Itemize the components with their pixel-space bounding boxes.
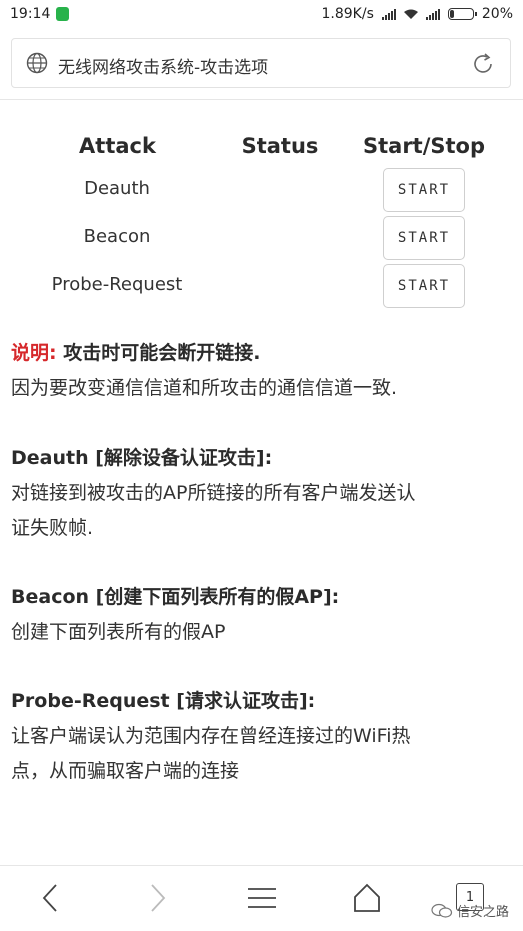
back-icon[interactable] bbox=[34, 881, 68, 915]
watermark: 信安之路 bbox=[431, 901, 509, 920]
clock: 19:14 bbox=[10, 6, 51, 22]
forward-icon[interactable] bbox=[140, 881, 174, 915]
warning-detail: 因为要改变通信信道和所攻击的通信信道一致. bbox=[11, 377, 398, 399]
status-indicators: 1.89K/s 20% bbox=[322, 6, 514, 22]
page-title: 无线网络攻击系统-攻击选项 bbox=[58, 58, 269, 78]
probe-desc-1: 让客户端误认为范围内存在曾经连接过的WiFi热 bbox=[11, 725, 411, 747]
warning-label: 说明: bbox=[11, 342, 57, 364]
deauth-title: Deauth [解除设备认证攻击]: bbox=[11, 447, 273, 469]
wechat-icon bbox=[431, 903, 453, 918]
bottom-nav: 1 信安之路 bbox=[0, 865, 523, 931]
signal-icon-2 bbox=[425, 8, 440, 20]
start-deauth-button[interactable]: START bbox=[383, 168, 465, 212]
attack-name-deauth: Deauth bbox=[84, 178, 150, 199]
header-attack: Attack bbox=[79, 134, 156, 158]
warning-text: 攻击时可能会断开链接. bbox=[56, 342, 261, 364]
watermark-text: 信安之路 bbox=[456, 905, 509, 920]
refresh-icon[interactable] bbox=[470, 51, 496, 77]
wifi-icon bbox=[403, 9, 418, 19]
security-shield-icon bbox=[56, 7, 69, 21]
probe-desc-2: 点，从而骗取客户端的连接 bbox=[11, 760, 240, 782]
deauth-desc-1: 对链接到被攻击的AP所链接的所有客户端发送认 bbox=[11, 482, 416, 504]
status-bar: 19:14 1.89K/s 20% bbox=[0, 0, 523, 30]
attack-name-probe-request: Probe-Request bbox=[51, 274, 183, 295]
header-start-stop: Start/Stop bbox=[362, 134, 486, 158]
home-icon[interactable] bbox=[350, 881, 384, 915]
start-probe-request-button[interactable]: START bbox=[383, 264, 465, 308]
beacon-title: Beacon [创建下面列表所有的假AP]: bbox=[11, 586, 340, 608]
beacon-desc: 创建下面列表所有的假AP bbox=[11, 621, 226, 643]
menu-icon[interactable] bbox=[245, 881, 279, 915]
network-speed: 1.89K/s bbox=[321, 6, 374, 22]
start-beacon-button[interactable]: START bbox=[383, 216, 465, 260]
globe-icon bbox=[26, 52, 48, 74]
divider bbox=[0, 99, 523, 100]
battery-icon bbox=[447, 8, 477, 20]
deauth-desc-2: 证失败帧. bbox=[11, 517, 94, 539]
warning-line: 说明: 攻击时可能会断开链接. bbox=[11, 338, 260, 365]
probe-title: Probe-Request [请求认证攻击]: bbox=[11, 690, 316, 712]
battery-fill bbox=[449, 10, 454, 18]
header-status: Status bbox=[241, 134, 319, 158]
signal-icon bbox=[381, 8, 396, 20]
attack-name-beacon: Beacon bbox=[83, 226, 151, 247]
battery-percent: 20% bbox=[481, 6, 513, 22]
address-bar[interactable]: 无线网络攻击系统-攻击选项 bbox=[11, 38, 511, 88]
